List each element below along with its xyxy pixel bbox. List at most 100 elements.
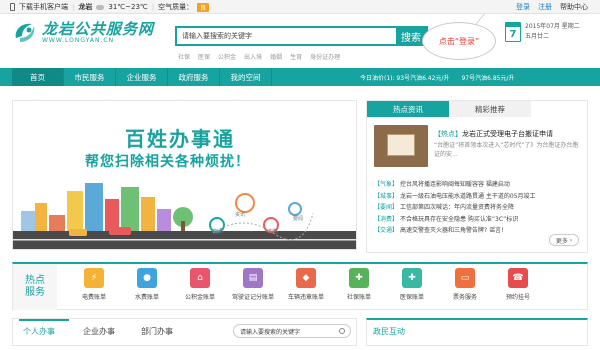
- pin-label: 要闻: [293, 216, 304, 222]
- car-icon: ◆: [296, 268, 316, 288]
- date-lunar: 五月廿二: [525, 33, 550, 40]
- hot-search-links: 社保 医保 公积金 出入境 婚姻 生育 身份证办理: [178, 52, 340, 61]
- pin-label: 资讯: [235, 212, 246, 218]
- medical-cross-icon: ✚: [402, 268, 422, 288]
- banner-title: 百姓办事通: [125, 127, 235, 151]
- date-widget: 7 2015年07月 星期二 五月廿二: [505, 22, 580, 42]
- affairs-search-input[interactable]: 请输入要搜索的关键字: [233, 324, 351, 338]
- nav-home[interactable]: 首页: [12, 68, 64, 86]
- nav-citizen-services[interactable]: 市民服务: [64, 68, 116, 86]
- hotlink-item[interactable]: 社保: [178, 52, 190, 61]
- register-link[interactable]: 注册: [538, 2, 552, 12]
- login-link[interactable]: 登录: [516, 2, 530, 12]
- service-label: 社保账单: [346, 294, 371, 301]
- more-news-button[interactable]: 更多 ›: [549, 234, 579, 246]
- service-label: 票务服务: [452, 294, 477, 301]
- hotlink-item[interactable]: 出入境: [244, 52, 262, 61]
- main-nav: 首页 市民服务 企业服务 政府服务 我的空间 今日油价(1): 93号汽油6.4…: [0, 68, 600, 86]
- news-tag: 【交通】: [374, 227, 399, 234]
- list-item[interactable]: 【要闻】 工信部第四次喊话：年内流量资费将务全降: [374, 202, 536, 214]
- tab-hot-news[interactable]: 热点资讯: [367, 101, 449, 117]
- featured-news[interactable]: 【热点】龙岩正式受理电子台搬证申请 “台胞证”将首领本次进入“芯时代”了》为台胞…: [374, 125, 582, 173]
- service-item[interactable]: ● 水费账单: [128, 268, 166, 301]
- news-tag: 【消费】: [374, 215, 399, 223]
- service-item[interactable]: ✚ 社保账单: [340, 268, 378, 301]
- active-tab-indicator: [19, 319, 69, 321]
- mobile-phone-icon: [10, 3, 15, 11]
- pin-label: 指南: [213, 229, 224, 235]
- service-label: 公积金账单: [184, 294, 215, 301]
- hot-services-label: 热点 服务: [13, 264, 57, 310]
- news-tag: 【要闻】: [374, 204, 399, 211]
- affairs-section: 个人办事 企业办事 部门办事 请输入要搜索的关键字: [12, 318, 357, 346]
- hero-banner[interactable]: 百姓办事通 帮您扫除相关各种烦扰！ 资讯 指南 攻略 要闻: [12, 100, 357, 250]
- login-hint-callout: 点击“登录”: [422, 22, 496, 60]
- list-item[interactable]: 【城事】 龙岩一级石油电压能水道路贯通 主干道的05月竣工: [374, 191, 536, 203]
- tab-enterprise-affairs[interactable]: 企业办事: [83, 326, 115, 337]
- list-item[interactable]: 【交通】 高速交警查灭火器和三角警告牌? 谣言!: [374, 225, 536, 237]
- cloud-weather-icon: [96, 4, 105, 10]
- help-center-link[interactable]: 帮助中心: [560, 2, 588, 12]
- calendar-icon: 7: [505, 22, 521, 42]
- tab-department-affairs[interactable]: 部门办事: [141, 326, 173, 337]
- ticket-icon: ▭: [455, 268, 475, 288]
- news-tag: 【城事】: [374, 192, 399, 200]
- news-title[interactable]: 高速交警查灭火器和三角警告牌? 谣言!: [400, 227, 504, 234]
- site-logo[interactable]: 龙岩公共服务网 WWW.LONGYAN.CN: [12, 20, 154, 44]
- search-icon[interactable]: [339, 328, 345, 334]
- banner-subtitle: 帮您扫除相关各种烦扰！: [85, 154, 250, 170]
- hotlink-item[interactable]: 身份证办理: [310, 52, 340, 61]
- air-quality-label: 空气质量：: [158, 3, 194, 11]
- news-title[interactable]: 工信部第四次喊话：年内流量资费将务全降: [400, 204, 514, 211]
- service-item[interactable]: ▤ 驾驶证记分账单: [232, 268, 274, 301]
- list-item[interactable]: 【消费】 不合格玩具存在安全隐患 购买认准“3C”标识: [374, 214, 536, 226]
- hotlink-item[interactable]: 婚姻: [270, 52, 282, 61]
- lightning-icon: ⚡: [84, 268, 104, 288]
- featured-news-title[interactable]: 龙岩正式受理电子台搬证申请: [462, 130, 553, 138]
- service-label: 医保账单: [399, 294, 424, 301]
- news-title[interactable]: 控台风将播连影响闽每知暖容容 福建启动: [400, 181, 510, 188]
- pin-label: 攻略: [268, 229, 279, 235]
- news-list: 【气象】 控台风将播连影响闽每知暖容容 福建启动 【城事】 龙岩一级石油电压能水道路…: [374, 179, 536, 237]
- service-item[interactable]: ⌂ 公积金账单: [181, 268, 219, 301]
- nav-government-services[interactable]: 政府服务: [168, 68, 220, 86]
- service-label: 预约挂号: [505, 294, 530, 301]
- social-security-icon: ✚: [349, 268, 369, 288]
- list-item[interactable]: 【气象】 控台风将播连影响闽每知暖容容 福建启动: [374, 179, 536, 191]
- oil-price-ticker: 97号汽油6.85元/升: [461, 75, 515, 82]
- news-title[interactable]: 龙岩一级石油电压能水道路贯通 主干道的05月竣工: [400, 193, 536, 200]
- city-name[interactable]: 龙岩: [78, 2, 92, 12]
- service-item[interactable]: ☎ 预约挂号: [499, 268, 537, 301]
- oil-price-ticker: 今日油价(1): 93号汽油6.42元/升: [360, 75, 450, 82]
- service-item[interactable]: ✚ 医保账单: [393, 268, 431, 301]
- service-item[interactable]: ▭ 票务服务: [446, 268, 484, 301]
- tab-personal-affairs[interactable]: 个人办事: [23, 326, 55, 337]
- service-label: 水费账单: [134, 294, 159, 301]
- hotlink-item[interactable]: 生育: [290, 52, 302, 61]
- service-item[interactable]: ⚡ 电费账单: [75, 268, 113, 301]
- service-item[interactable]: ◆ 车辆违章账单: [287, 268, 325, 301]
- gov-interaction-title[interactable]: 政民互动: [373, 326, 405, 337]
- nav-enterprise-services[interactable]: 企业服务: [116, 68, 168, 86]
- nav-my-space[interactable]: 我的空间: [220, 68, 272, 86]
- hot-services: 热点 服务 ⚡ 电费账单 ● 水费账单 ⌂ 公积金账单 ▤ 驾驶证记分账单 ◆ 车辆违章账单 ✚ 社保账…: [12, 262, 588, 310]
- temperature-range: 31℃~23℃: [108, 3, 148, 11]
- site-url: WWW.LONGYAN.CN: [42, 36, 115, 44]
- license-card-icon: ▤: [243, 268, 263, 288]
- download-app-link[interactable]: 下载手机客户端: [19, 2, 68, 12]
- site-name: 龙岩公共服务网: [42, 19, 155, 38]
- city-skyline-illustration: [13, 183, 356, 249]
- service-label: 电费账单: [81, 294, 106, 301]
- main-search-bar: 搜索: [175, 26, 428, 46]
- top-utility-bar: 下载手机客户端 | 龙岩 31℃~23℃ | 空气质量： 良 登录 注册 帮助中…: [0, 0, 600, 14]
- hotlink-item[interactable]: 医保: [198, 52, 210, 61]
- tab-recommended[interactable]: 精彩推荐: [449, 101, 531, 117]
- featured-news-image[interactable]: [374, 125, 428, 167]
- search-input[interactable]: [177, 28, 396, 44]
- house-icon: ⌂: [190, 268, 210, 288]
- logo-emblem-icon: [12, 20, 38, 44]
- featured-news-summary: “台胞证”将首领本次进入“芯时代”了》为台胞证办台胞证的安...: [434, 142, 579, 158]
- water-drop-icon: ●: [137, 268, 157, 288]
- news-title[interactable]: 不合格玩具存在安全隐患 购买认准“3C”标识: [400, 216, 518, 223]
- hotlink-item[interactable]: 公积金: [218, 52, 236, 61]
